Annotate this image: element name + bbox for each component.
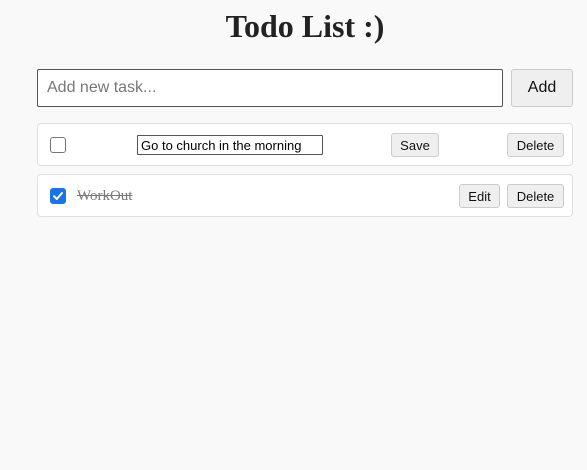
page-title: Todo List :) <box>225 8 385 44</box>
delete-button[interactable]: Delete <box>507 133 564 157</box>
save-button[interactable]: Save <box>391 133 439 157</box>
delete-button[interactable]: Delete <box>507 184 564 208</box>
todo-checkbox[interactable] <box>50 137 66 153</box>
todo-app: Todo List :) Add Save Delete WorkOut Edi… <box>0 0 587 470</box>
add-button[interactable]: Add <box>511 69 573 107</box>
todo-checkbox-checked[interactable] <box>50 188 66 204</box>
new-task-input[interactable] <box>37 69 503 107</box>
add-task-form: Add <box>37 69 573 107</box>
todo-item: WorkOut Edit Delete <box>37 174 573 217</box>
todo-item: Save Delete <box>37 123 573 166</box>
todo-edit-input[interactable] <box>137 135 323 155</box>
checkmark-icon <box>53 192 63 200</box>
todo-text: WorkOut <box>77 188 133 204</box>
edit-button[interactable]: Edit <box>459 184 500 208</box>
